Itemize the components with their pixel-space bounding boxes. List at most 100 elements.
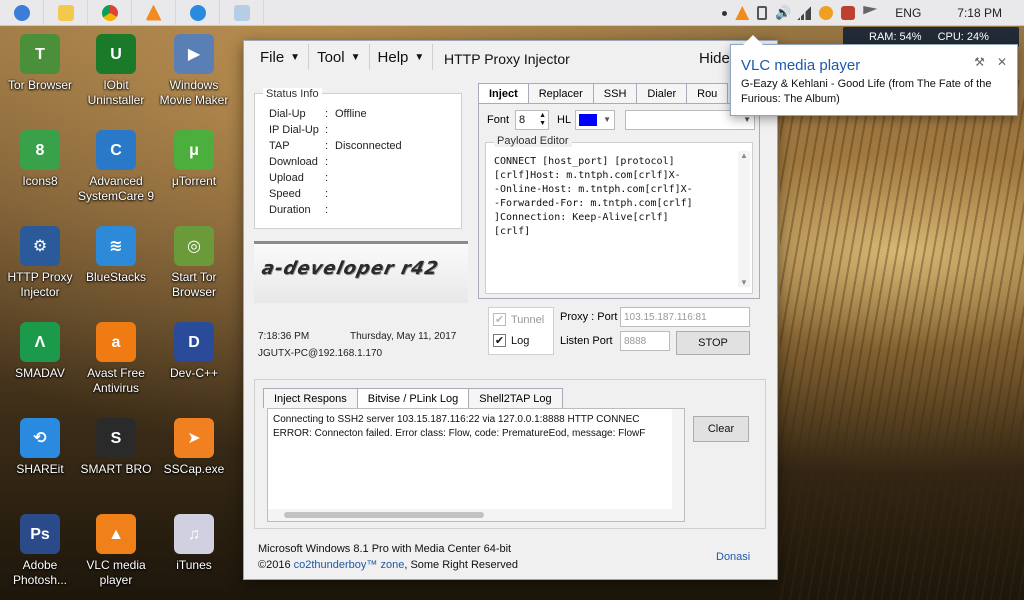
menu-help[interactable]: Help ▼: [370, 44, 434, 70]
desktop-icon[interactable]: ⟲ SHAREit: [0, 418, 80, 477]
caret-down-icon: ▼: [290, 51, 301, 63]
host-address: JGUTX-PC@192.168.1.170: [258, 348, 383, 359]
author-link[interactable]: co2thunderboy™ zone: [294, 559, 405, 571]
highlight-color-picker[interactable]: ▼: [575, 110, 615, 130]
pinned-chrome[interactable]: [88, 0, 132, 26]
app-icon: Λ: [20, 322, 60, 362]
desktop-icon[interactable]: ▶ Windows Movie Maker: [154, 34, 234, 108]
app-icon: D: [174, 322, 214, 362]
power-icon[interactable]: [757, 6, 768, 20]
log-checkbox[interactable]: ✔ Log: [493, 334, 529, 347]
shield-icon[interactable]: [841, 6, 856, 20]
desktop-icon-label: Advanced SystemCare 9: [77, 174, 155, 203]
desktop-icon-label: HTTP Proxy Injector: [7, 270, 73, 299]
desktop-icon[interactable]: μ μTorrent: [154, 130, 234, 189]
desktop-icon-label: Start Tor Browser: [171, 270, 217, 299]
proxy-port-input[interactable]: 103.15.187.116:81: [620, 307, 750, 327]
desktop-icon[interactable]: Λ SMADAV: [0, 322, 80, 381]
app-icon: a: [96, 322, 136, 362]
app-icon: U: [96, 34, 136, 74]
desktop-icon[interactable]: ➤ SSCap.exe: [154, 418, 234, 477]
config-tabs: Inject Replacer SSH Dialer Rou: [478, 83, 729, 103]
payload-line: [crlf]: [494, 226, 531, 237]
desktop-icon[interactable]: ≋ BlueStacks: [76, 226, 156, 285]
pinned-ie[interactable]: [0, 0, 44, 26]
desktop-icon-label: VLC media player: [86, 558, 146, 587]
clock-time: 7:18:36 PM: [258, 331, 310, 342]
desktop-icon-label: μTorrent: [171, 174, 217, 188]
menu-tool[interactable]: Tool ▼: [309, 44, 370, 70]
desktop-icon[interactable]: D Dev-C++: [154, 322, 234, 381]
vlc-tray-icon[interactable]: [735, 6, 750, 20]
status-row: IP Dial-Up:: [269, 124, 329, 136]
desktop-icon-label: SHAREit: [16, 462, 64, 476]
pinned-notepad[interactable]: [220, 0, 264, 26]
tunnel-checkbox[interactable]: ✔ Tunnel: [493, 313, 544, 326]
dropdown-arrow-icon: ▼: [743, 115, 751, 124]
scroll-thumb[interactable]: [284, 512, 484, 518]
payload-editor[interactable]: CONNECT [host_port] [protocol] [crlf]Host…: [490, 151, 740, 291]
tunnel-check-box: ✔: [493, 313, 506, 326]
taskbar: 🔊 ENG 7:18 PM: [0, 0, 1024, 26]
log-hscrollbar[interactable]: [268, 509, 684, 521]
log-line: Connecting to SSH2 server 103.15.187.116…: [273, 414, 640, 425]
desktop-icon-label: Icons8: [22, 174, 58, 188]
tab-shell2tap-log[interactable]: Shell2TAP Log: [468, 388, 563, 408]
hide-button[interactable]: Hide: [699, 50, 730, 67]
log-output[interactable]: Connecting to SSH2 server 103.15.187.116…: [267, 408, 685, 522]
app-icon: ▶: [174, 34, 214, 74]
font-size-input[interactable]: 8 ▲ ▼: [515, 110, 549, 130]
log-tabs: Inject Respons Bitvise / PLink Log Shell…: [263, 388, 563, 408]
pinned-vlc[interactable]: [132, 0, 176, 26]
clock[interactable]: 7:18 PM: [957, 6, 1002, 20]
tunnel-label: Tunnel: [511, 313, 545, 326]
signal-icon[interactable]: [797, 6, 812, 20]
tab-inject-response[interactable]: Inject Respons: [263, 388, 358, 408]
font-size-value: 8: [519, 114, 526, 126]
listen-port-input[interactable]: 8888: [620, 331, 670, 351]
payload-scrollbar[interactable]: ▲ ▼: [738, 151, 750, 287]
tab-bitvise-log[interactable]: Bitvise / PLink Log: [356, 388, 470, 408]
desktop-icon[interactable]: 8 Icons8: [0, 130, 80, 189]
app-icon: ▲: [96, 514, 136, 554]
desktop-icon[interactable]: ⚙ HTTP Proxy Injector: [0, 226, 80, 300]
tab-replacer[interactable]: Replacer: [527, 83, 594, 103]
desktop-icon[interactable]: U IObit Uninstaller: [76, 34, 156, 108]
desktop-icon-label: Dev-C++: [169, 366, 219, 380]
donasi-link[interactable]: Donasi: [716, 551, 750, 563]
chrome-icon: [101, 4, 118, 21]
app-icon: μ: [174, 130, 214, 170]
pinned-browser[interactable]: [176, 0, 220, 26]
stop-button[interactable]: STOP: [676, 331, 750, 355]
desktop-icon[interactable]: Ps Adobe Photosh...: [0, 514, 80, 588]
tab-inject[interactable]: Inject: [478, 83, 529, 103]
desktop-icon[interactable]: S SMART BRO: [76, 418, 156, 477]
desktop-icon[interactable]: T Tor Browser: [0, 34, 80, 93]
status-value: Offline: [335, 108, 367, 120]
desktop-icon[interactable]: ♫ iTunes: [154, 514, 234, 573]
pinned-explorer[interactable]: [44, 0, 88, 26]
tab-route[interactable]: Rou: [686, 83, 729, 103]
tab-ssh[interactable]: SSH: [592, 83, 638, 103]
menu-file[interactable]: File ▼: [252, 44, 310, 70]
language-indicator[interactable]: ENG: [895, 6, 921, 20]
desktop-icon-label: iTunes: [176, 558, 212, 572]
desktop-icon[interactable]: C Advanced SystemCare 9: [76, 130, 156, 204]
tab-dialer[interactable]: Dialer: [636, 83, 688, 103]
clear-button[interactable]: Clear: [693, 416, 749, 442]
dropdown-arrow-icon: ▼: [603, 115, 611, 124]
color-swatch: [579, 114, 597, 126]
log-vscrollbar[interactable]: [672, 409, 684, 509]
inject-panel: Font 8 ▲ ▼ HL ▼ ▼ Payload Editor CONNECT …: [478, 103, 760, 299]
desktop-icon[interactable]: ▲ VLC media player: [76, 514, 156, 588]
app-tray-icon[interactable]: [819, 6, 834, 20]
desktop-icon[interactable]: a Avast Free Antivirus: [76, 322, 156, 396]
volume-icon[interactable]: 🔊: [775, 6, 791, 20]
flag-icon[interactable]: [863, 6, 878, 15]
desktop-icon[interactable]: ◎ Start Tor Browser: [154, 226, 234, 300]
footer-os: Microsoft Windows 8.1 Pro with Media Cen…: [258, 543, 512, 555]
close-icon[interactable]: ✕: [997, 55, 1007, 69]
settings-icon[interactable]: ⚒: [974, 55, 985, 69]
log-line: ERROR: Connecton failed. Error class: Fl…: [273, 428, 646, 439]
vlc-notification[interactable]: VLC media player ⚒ ✕ G-Eazy & Kehlani - …: [730, 35, 1018, 116]
